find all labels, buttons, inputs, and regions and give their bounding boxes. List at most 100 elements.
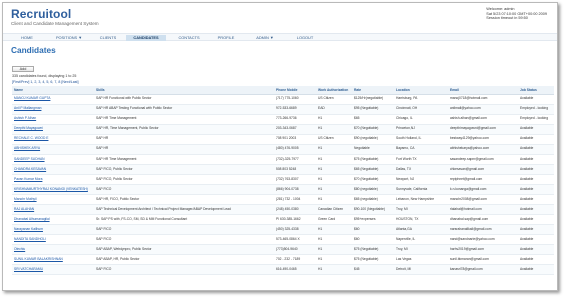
table-cell: Harrisburg, PA xyxy=(394,94,448,105)
table-row[interactable]: SANDEEP SUDHAN SAP HR Time Management (732… xyxy=(12,154,554,165)
table-cell: Available xyxy=(518,164,554,175)
table-cell: Available xyxy=(518,194,554,206)
header-skills[interactable]: Skills xyxy=(94,86,274,95)
pagination[interactable]: [First/Prev] 1, 2, 3, 4, 5, 6, 7, 8 [Nex… xyxy=(12,80,79,84)
candidate-name-link[interactable]: SUNIL KUMAR BALAKRISHNAN xyxy=(12,254,94,266)
table-cell: anilmall@yahoo.com xyxy=(448,104,518,115)
table-cell: (773)504-9640 xyxy=(274,244,316,256)
table-cell: reptphnet@gmail.com xyxy=(448,174,518,185)
candidate-name-link[interactable]: Narayanan Kailhum xyxy=(12,224,94,236)
table-cell: 773-266-9736 xyxy=(274,114,316,125)
page-title: Candidates xyxy=(11,45,56,55)
table-row[interactable]: NANDITA SANDHOLI SAP FICO 573-465-0864 X H1… xyxy=(12,234,554,246)
candidate-name-link[interactable]: SANDEEP SUDHAN xyxy=(12,154,94,165)
table-row[interactable]: RAJ ALAHAN SAP Technical Development Arch… xyxy=(12,204,554,216)
nav-candidates[interactable]: CANDIDATES xyxy=(126,35,166,41)
table-cell: SAP HR Time Management xyxy=(94,154,274,165)
table-cell: manoj0718@hotmail.com xyxy=(448,94,518,105)
table-row[interactable]: SUNIL KUMAR BALAKRISHNAN SAP ABAP, HR, Pu… xyxy=(12,254,554,266)
candidate-name-link[interactable]: KRISHNAMURTHYRAJ KONANGI (VENKATESH) xyxy=(12,184,94,195)
table-cell: Employed - looking xyxy=(518,114,554,125)
nav-admin[interactable]: ADMIN ▼ xyxy=(249,35,281,41)
table-cell: Available xyxy=(518,134,554,145)
table-cell: HOUSTON, TX xyxy=(394,214,448,226)
header-job-status[interactable]: Job Status xyxy=(518,86,554,95)
table-cell: 972-533-6689 xyxy=(274,104,316,115)
table-cell: sunil.bkmaran@gmail.com xyxy=(448,254,518,266)
candidate-name-link[interactable]: MANOJ KUMAR GUPTA xyxy=(12,94,94,105)
header-location[interactable]: Location xyxy=(394,86,448,95)
table-cell: SAP HR Time Management xyxy=(94,114,274,125)
table-cell: Green Card xyxy=(316,214,352,226)
header-rate[interactable]: Rate xyxy=(352,86,394,95)
nav-logout[interactable]: LOGOUT xyxy=(291,35,319,41)
candidate-name-link[interactable]: CHANDRA KESAVAN xyxy=(12,164,94,175)
nav-contacts[interactable]: CONTACTS xyxy=(173,35,205,41)
table-row[interactable]: Deepthi Mayagowni SAP HR, Time Management… xyxy=(12,124,554,135)
add-candidate-button[interactable]: Add xyxy=(12,66,34,72)
table-row[interactable]: Anil P Mallangman SAP HR ABAP Testing Fun… xyxy=(12,104,554,115)
table-row[interactable]: Narayanan Kailhum SAP FICO (450) 325-4338 H… xyxy=(12,224,554,236)
table-row[interactable]: Olechiu SAP ABAP, Webdynpro, Public Secto… xyxy=(12,244,554,256)
table-cell: deepthimayagowni@gmail.com xyxy=(448,124,518,135)
table-row[interactable]: ABHISHEK ARYA SAP HR (480) 476-9005 H1 Negot… xyxy=(12,144,554,155)
nav-profile[interactable]: PROFILE xyxy=(212,35,240,41)
candidates-table: Name Skills Phone Mobile Work Authorizat… xyxy=(12,86,554,276)
header-work-authorization[interactable]: Work Authorization xyxy=(316,86,352,95)
candidate-name-link[interactable]: Olechiu xyxy=(12,244,94,256)
table-cell: 203-343-0687 xyxy=(274,124,316,135)
session-timeout-text: Session timeout in 59:50 xyxy=(486,16,528,21)
table-row[interactable]: MANOJ KUMAR GUPTA SAP HR Functional with … xyxy=(12,94,554,105)
header-phone-mobile[interactable]: Phone Mobile xyxy=(274,86,316,95)
table-row[interactable]: Ashish P Alhan SAP HR Time Management 773-… xyxy=(12,114,554,125)
candidate-name-link[interactable]: Deepthi Mayagowni xyxy=(12,124,94,135)
candidate-name-link[interactable]: Manohr Muthyil xyxy=(12,194,94,206)
table-row[interactable]: Manohr Muthyil SAP HR, FICO, Public Secto… xyxy=(12,194,554,206)
table-row[interactable]: RECHALE C. WOOD E SAP HR 708 901 2003 US Ci… xyxy=(12,134,554,145)
header-email[interactable]: Email xyxy=(448,86,518,95)
session-info: Welcome: admin Sat 5/23 07:10:00 GMT+00:… xyxy=(486,7,547,21)
table-cell: H1 xyxy=(316,234,352,246)
table-row[interactable]: CHANDRA KESAVAN SAP FICO, Public Sector 50… xyxy=(12,164,554,175)
candidate-name-link[interactable]: RAJ ALAHAN xyxy=(12,204,94,216)
table-cell: $65 (negotiable) xyxy=(352,194,394,206)
table-cell: Available xyxy=(518,124,554,135)
table-cell: Lebanon, New Hampshire xyxy=(394,194,448,206)
candidate-name-link[interactable]: SRI VATCHARAMU xyxy=(12,264,94,276)
table-cell: SAP HR Functional with Public Sector xyxy=(94,94,274,105)
table-cell: H1 xyxy=(316,174,352,185)
table-cell: (866) 904-0738 xyxy=(274,184,316,195)
header-name[interactable]: Name xyxy=(12,86,94,95)
table-cell: US Citizen xyxy=(316,134,352,145)
table-cell: Cincinnati, OH xyxy=(394,104,448,115)
table-cell: $95+expenses xyxy=(352,214,394,226)
nav-positions[interactable]: POSITIONS ▼ xyxy=(49,35,89,41)
table-cell: H1 xyxy=(316,254,352,266)
table-cell: US Citizen xyxy=(316,94,352,105)
table-row[interactable]: KRISHNAMURTHYRAJ KONANGI (VENKATESH) SAP … xyxy=(12,184,554,195)
candidate-name-link[interactable]: ABHISHEK ARYA xyxy=(12,144,94,155)
nav-clients[interactable]: CLIENTS xyxy=(94,35,122,41)
table-cell: $90 (negotiable) xyxy=(352,134,394,145)
results-count: 335 candidates found, displaying 1 to 25 xyxy=(12,74,77,78)
table-cell: $90-100 (Negotiable) xyxy=(352,204,394,216)
table-row[interactable]: Dhanabal Alhumanagilal Sr. SAP PS with ,F… xyxy=(12,214,554,226)
candidate-name-link[interactable]: NANDITA SANDHOLI xyxy=(12,234,94,246)
candidate-name-link[interactable]: Anil P Mallangman xyxy=(12,104,94,115)
candidate-name-link[interactable]: Pavan Kumar Mora xyxy=(12,174,94,185)
table-row[interactable]: SRI VATCHARAMU SAP FICO 616-490-0465 H1 $45 D… xyxy=(12,264,554,276)
nav-home[interactable]: HOME xyxy=(15,35,39,41)
table-cell: Sr. SAP PS with ,FS-CO, SM, SD & MM Func… xyxy=(94,214,274,226)
table-cell: SAP FICO xyxy=(94,234,274,246)
candidate-name-link[interactable]: Dhanabal Alhumanagilal xyxy=(12,214,94,226)
table-cell: rlalahal@hotmail.com xyxy=(448,204,518,216)
table-cell: Bayamo, CA xyxy=(394,144,448,155)
table-row[interactable]: Pavan Kumar Mora SAP FICO, Public Sector(… xyxy=(12,174,554,185)
table-cell: SAP HR xyxy=(94,144,274,155)
candidate-name-link[interactable]: RECHALE C. WOOD E xyxy=(12,134,94,145)
table-cell: SAP HR, FICO, Public Sector xyxy=(94,194,274,206)
table-cell: $125/Hr(negotiable) xyxy=(352,94,394,105)
table-cell: 708 901 2003 xyxy=(274,134,316,145)
candidate-name-link[interactable]: Ashish P Alhan xyxy=(12,114,94,125)
table-cell: 616-490-0465 xyxy=(274,264,316,276)
